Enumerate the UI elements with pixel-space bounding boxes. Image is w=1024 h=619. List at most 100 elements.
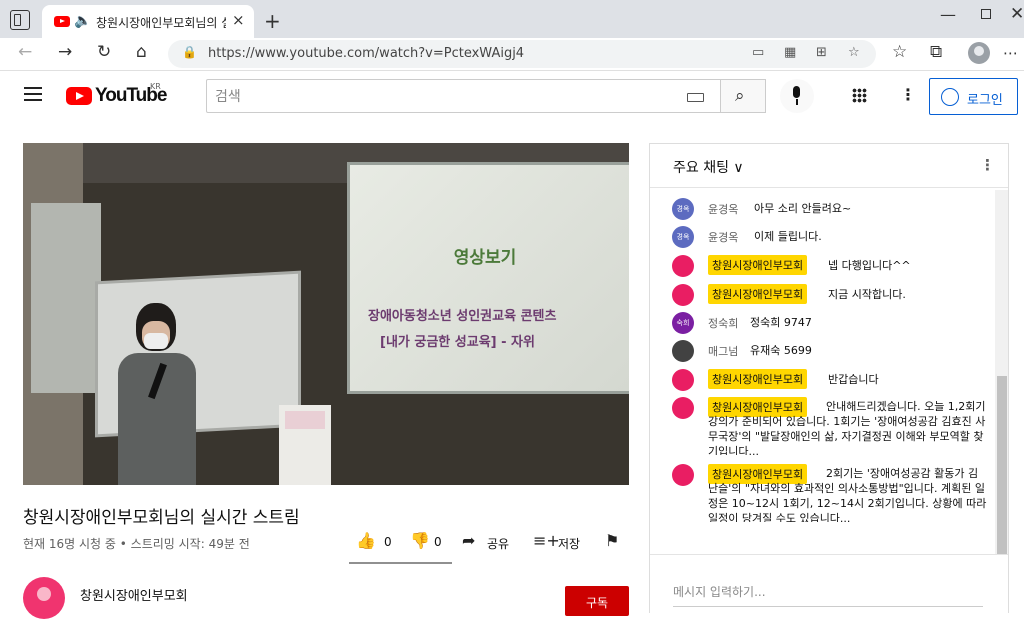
chat-avatar: 숙희: [672, 312, 694, 334]
lock-icon[interactable]: 🔒: [182, 45, 197, 59]
slide-line-1: 장애아동청소년 성인권교육 콘텐츠: [368, 309, 557, 324]
chat-text: 2회기는 '장애여성공감 활동가 김난슬'의 "자녀와의 효과적인 의사소통방법…: [708, 467, 987, 522]
save-icon[interactable]: ≡+: [533, 531, 560, 550]
close-window-icon[interactable]: ✕: [1010, 4, 1024, 24]
channel-avatar[interactable]: [23, 577, 65, 619]
chat-message: 창원시장애인부모회 안내해드리겠습니다. 오늘 1,2회기 강의가 준비되어 있…: [672, 397, 992, 455]
tab-close-icon[interactable]: ×: [232, 11, 245, 29]
chat-avatar: [672, 284, 694, 306]
youtube-apps-icon[interactable]: [852, 88, 867, 103]
maximize-icon[interactable]: [981, 9, 991, 19]
chat-text: 유재숙 5699: [750, 344, 812, 357]
chat-owner-author[interactable]: 창원시장애인부모회: [708, 255, 808, 275]
dislike-icon[interactable]: 👎: [410, 531, 430, 550]
add-favorite-icon[interactable]: ☆: [848, 45, 860, 60]
live-chat-panel: 주요 채팅 ∨ ⋮ 경옥 윤경옥 아무 소리 안들려요~ 경옥 윤경옥 이제 들…: [649, 143, 1009, 614]
dislike-count[interactable]: 0: [434, 535, 442, 549]
youtube-favicon-icon: [54, 16, 70, 27]
subscribe-button[interactable]: 구독: [565, 586, 629, 616]
hamburger-menu-icon[interactable]: [24, 87, 42, 101]
new-tab-icon[interactable]: +: [264, 9, 281, 33]
cast-icon[interactable]: ▭: [752, 45, 764, 60]
chat-scroll-thumb[interactable]: [997, 376, 1007, 554]
window: [31, 203, 101, 393]
video-meta: 현재 16명 시청 중 • 스트리밍 시작: 49분 전: [23, 537, 250, 551]
search-button[interactable]: ⌕: [720, 79, 766, 113]
chat-owner-author[interactable]: 창원시장애인부모회: [708, 284, 808, 304]
browser-title-bar: 🔈 창원시장애인부모회님의 실 × + — ✕: [0, 0, 1024, 38]
chat-mode-dropdown[interactable]: 주요 채팅 ∨: [673, 157, 744, 177]
share-icon[interactable]: ➦: [462, 531, 475, 550]
chat-text: 반갑습니다: [828, 373, 879, 386]
forward-icon[interactable]: →: [58, 42, 72, 62]
podium: [279, 405, 331, 485]
chat-avatar: [672, 464, 694, 486]
chat-author[interactable]: 매그넘: [708, 343, 738, 359]
report-flag-icon[interactable]: ⚑: [605, 531, 619, 550]
tab-title: 창원시장애인부모회님의 실: [96, 16, 226, 30]
chat-more-icon[interactable]: ⋮: [980, 156, 995, 174]
keyboard-icon[interactable]: [687, 93, 704, 102]
country-code: KR: [150, 82, 161, 91]
audio-playing-icon[interactable]: 🔈: [74, 13, 91, 29]
youtube-logo-icon[interactable]: [66, 87, 92, 105]
chat-text: 넵 다행입니다^^: [828, 259, 911, 272]
profile-avatar[interactable]: [968, 42, 990, 64]
like-count[interactable]: 0: [384, 535, 392, 549]
settings-more-icon[interactable]: ⋮: [900, 85, 916, 104]
tab-actions-icon[interactable]: [10, 10, 30, 30]
chat-avatar: [672, 340, 694, 362]
collections-icon[interactable]: ⧉: [930, 42, 942, 62]
search-icon: ⌕: [735, 86, 745, 106]
chat-message-list[interactable]: 경옥 윤경옥 아무 소리 안들려요~ 경옥 윤경옥 이제 들립니다. 창원시장애…: [650, 190, 995, 598]
like-ratio-bar: [349, 562, 452, 564]
save-button[interactable]: 저장: [558, 535, 580, 552]
home-icon[interactable]: ⌂: [136, 42, 147, 62]
chat-text: 아무 소리 안들려요~: [754, 202, 852, 215]
chat-input-area: 메시지 입력하기...: [650, 554, 1008, 614]
slide-title: 영상보기: [453, 248, 517, 268]
address-bar[interactable]: 🔒 https://www.youtube.com/watch?v=PctexW…: [168, 40, 876, 68]
login-label: 로그인: [967, 93, 1003, 108]
browser-toolbar: ← → ↻ ⌂ 🔒 https://www.youtube.com/watch?…: [0, 38, 1024, 71]
browser-more-icon[interactable]: ⋯: [1003, 44, 1018, 62]
chat-text: 정숙희 9747: [750, 316, 812, 329]
chat-message: 창원시장애인부모회 2회기는 '장애여성공감 활동가 김난슬'의 "자녀와의 효…: [672, 464, 992, 522]
like-icon[interactable]: 👍: [356, 531, 376, 550]
youtube-header: YouTube KR 검색 ⌕ ⋮ 로그인: [0, 71, 1024, 125]
chat-avatar: [672, 397, 694, 419]
chat-scrollbar[interactable]: [995, 190, 1008, 598]
search-input[interactable]: 검색: [206, 79, 721, 113]
search-placeholder: 검색: [215, 89, 241, 105]
qr-code-icon[interactable]: ▦: [784, 45, 796, 60]
chat-avatar: [672, 255, 694, 277]
channel-name[interactable]: 창원시장애인부모회: [80, 585, 188, 604]
chat-avatar: 경옥: [672, 226, 694, 248]
chat-author[interactable]: 윤경옥: [708, 229, 738, 245]
speaker-figure: [118, 303, 208, 485]
chat-avatar: 경옥: [672, 198, 694, 220]
video-title: 창원시장애인부모회님의 실시간 스트림: [23, 508, 300, 528]
url-text[interactable]: https://www.youtube.com/watch?v=PctexWAi…: [208, 46, 524, 61]
share-button[interactable]: 공유: [487, 535, 509, 552]
voice-search-mic-icon[interactable]: [780, 79, 814, 113]
projection-screen: 영상보기 장애아동청소년 성인권교육 콘텐츠 [내가 궁금한 성교육] - 자위: [350, 165, 629, 391]
chat-author[interactable]: 윤경옥: [708, 201, 738, 217]
reload-icon[interactable]: ↻: [97, 42, 111, 62]
chat-text: 안내해드리겠습니다. 오늘 1,2회기 강의가 준비되어 있습니다. 1회기는 …: [708, 400, 986, 455]
back-icon[interactable]: ←: [18, 42, 32, 62]
apps-available-icon[interactable]: ⊞: [816, 45, 827, 60]
chat-message-input[interactable]: 메시지 입력하기...: [673, 583, 983, 607]
minimize-icon[interactable]: —: [940, 5, 956, 24]
video-player[interactable]: 영상보기 장애아동청소년 성인권교육 콘텐츠 [내가 궁금한 성교육] - 자위: [23, 143, 629, 485]
chat-owner-author[interactable]: 창원시장애인부모회: [708, 369, 808, 389]
chat-text: 이제 들립니다.: [754, 230, 822, 243]
user-icon: [941, 88, 959, 106]
chat-author[interactable]: 정숙희: [708, 315, 738, 331]
chat-avatar: [672, 369, 694, 391]
login-button[interactable]: 로그인: [929, 78, 1018, 115]
browser-tab[interactable]: 🔈 창원시장애인부모회님의 실 ×: [42, 5, 254, 38]
favorites-icon[interactable]: ☆: [892, 42, 907, 62]
slide-line-2: [내가 궁금한 성교육] - 자위: [380, 335, 535, 350]
chat-text: 지금 시작합니다.: [828, 288, 906, 301]
